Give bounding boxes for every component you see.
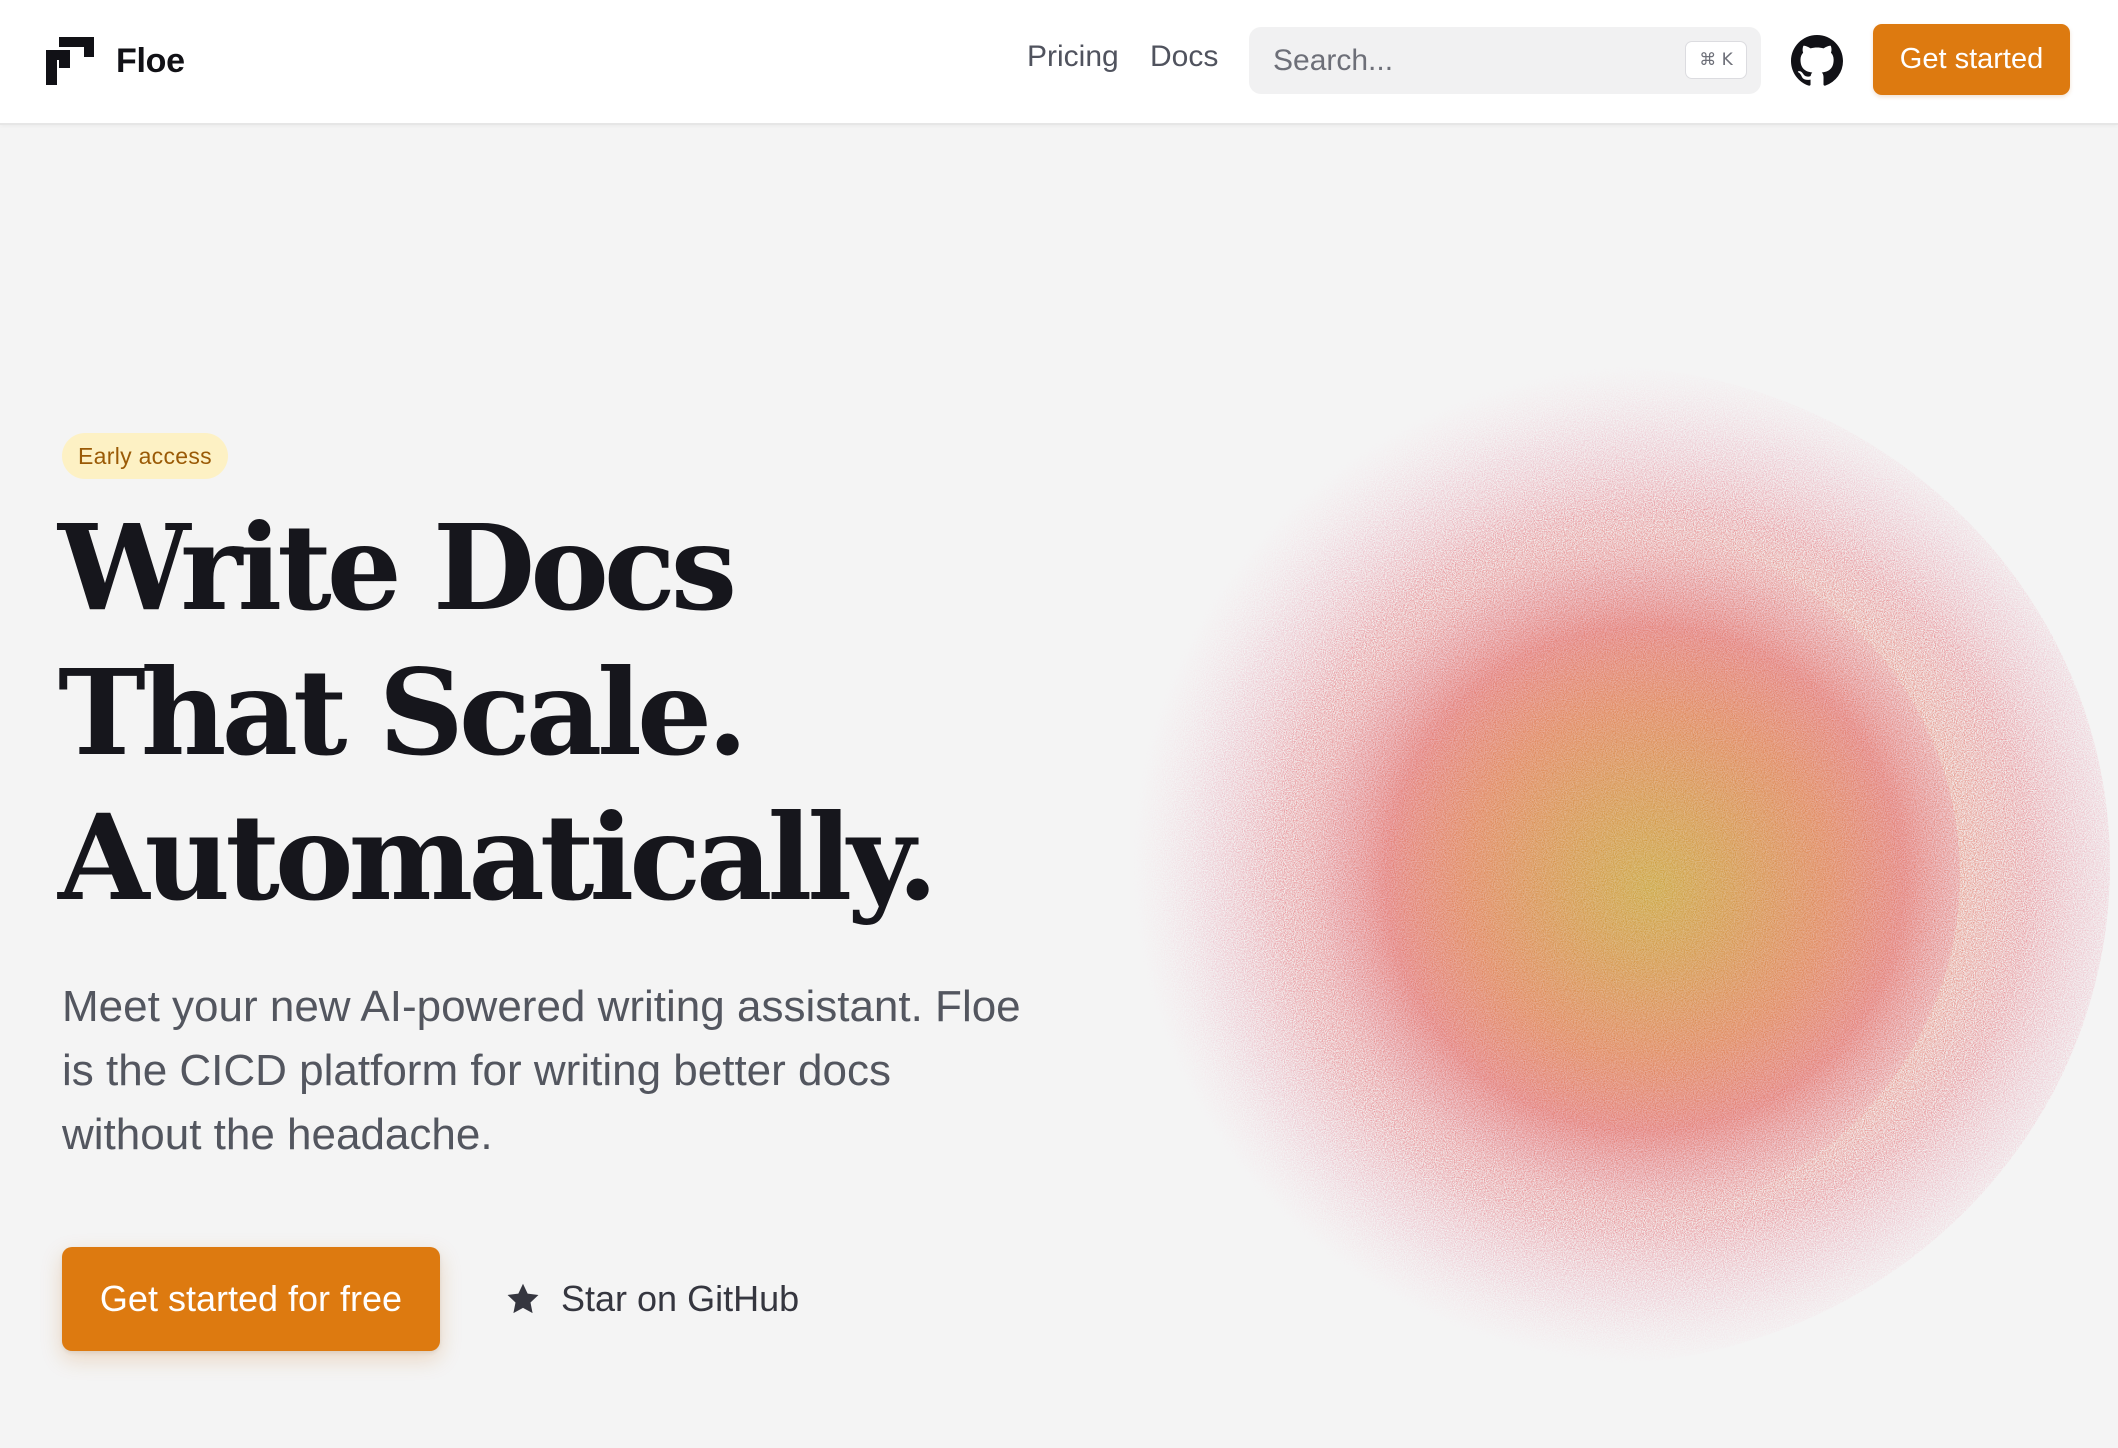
- github-link[interactable]: [1791, 35, 1843, 87]
- search-placeholder: Search...: [1273, 43, 1394, 77]
- nav-link-pricing[interactable]: Pricing: [1027, 40, 1119, 74]
- hero-description: Meet your new AI-powered writing assista…: [62, 982, 1021, 1159]
- top-navbar: Floe Pricing Docs Search... ⌘ K Get star…: [0, 0, 2118, 125]
- early-access-badge: Early access: [62, 433, 228, 479]
- star-icon: [507, 1283, 539, 1314]
- hero-headline: Write Docs That Scale. Automatically.: [58, 495, 958, 930]
- search-input[interactable]: Search... ⌘ K: [1249, 27, 1761, 94]
- nav-link-docs[interactable]: Docs: [1150, 40, 1218, 74]
- brand-home-link[interactable]: Floe: [46, 36, 185, 86]
- floe-logo-icon: [46, 37, 94, 85]
- gradient-blob-graphic: [1030, 365, 2118, 1385]
- hero-section: Early access Write Docs That Scale. Auto…: [0, 125, 2118, 1448]
- star-on-github-button[interactable]: Star on GitHub: [505, 1273, 799, 1325]
- github-icon: [1791, 35, 1843, 86]
- search-shortcut-hint: ⌘ K: [1685, 41, 1747, 79]
- get-started-button[interactable]: Get started: [1873, 24, 2070, 95]
- get-started-free-button[interactable]: Get started for free: [62, 1247, 440, 1351]
- star-on-github-label: Star on GitHub: [561, 1278, 800, 1319]
- brand-name: Floe: [116, 41, 185, 80]
- headline-line-2: That Scale.: [58, 643, 748, 782]
- headline-line-3: Automatically.: [58, 788, 938, 927]
- headline-line-1: Write Docs: [58, 498, 737, 637]
